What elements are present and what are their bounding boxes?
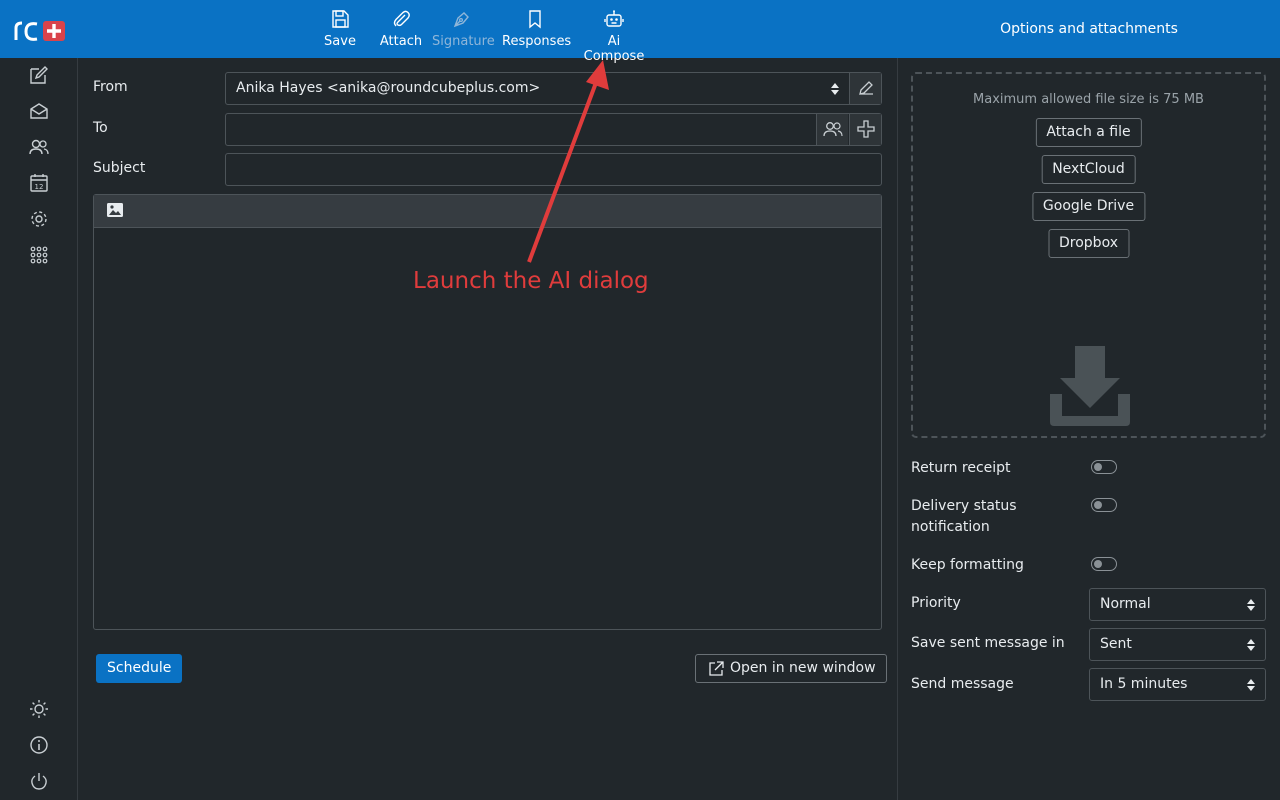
paperclip-icon bbox=[393, 10, 410, 27]
send-message-select[interactable]: In 5 minutes bbox=[1089, 668, 1266, 701]
priority-value: Normal bbox=[1100, 596, 1151, 612]
send-message-label: Send message bbox=[911, 676, 1014, 692]
svg-text:12: 12 bbox=[35, 183, 44, 191]
from-select[interactable]: Anika Hayes <anika@roundcubeplus.com> bbox=[225, 72, 882, 105]
apps-grid-icon[interactable] bbox=[28, 244, 50, 266]
ai-compose-label: Ai Compose bbox=[583, 34, 645, 64]
select-arrows-icon bbox=[1247, 639, 1255, 651]
nextcloud-button[interactable]: NextCloud bbox=[1041, 155, 1136, 184]
left-navigation: 12 bbox=[0, 58, 78, 800]
schedule-button[interactable]: Schedule bbox=[96, 654, 183, 683]
ai-compose-button[interactable]: Ai Compose bbox=[578, 6, 650, 64]
dropbox-button[interactable]: Dropbox bbox=[1048, 229, 1129, 258]
save-button[interactable]: Save bbox=[320, 6, 360, 54]
priority-select[interactable]: Normal bbox=[1089, 588, 1266, 621]
save-sent-label: Save sent message in bbox=[911, 635, 1065, 651]
select-arrows-icon bbox=[831, 83, 839, 95]
return-receipt-label: Return receipt bbox=[911, 460, 1011, 476]
google-drive-button[interactable]: Google Drive bbox=[1031, 192, 1146, 221]
to-input[interactable] bbox=[225, 113, 882, 146]
right-panel-title: Options and attachments bbox=[1000, 21, 1178, 37]
roundcube-plus-logo[interactable] bbox=[13, 14, 67, 44]
download-icon bbox=[1050, 346, 1130, 426]
dsn-label-line1: Delivery status bbox=[911, 498, 1017, 514]
to-label: To bbox=[93, 120, 108, 136]
robot-icon bbox=[604, 10, 624, 27]
compose-icon[interactable] bbox=[28, 64, 50, 86]
sun-icon[interactable] bbox=[28, 698, 50, 720]
bookmark-icon bbox=[529, 10, 541, 29]
select-arrows-icon bbox=[1247, 599, 1255, 611]
max-file-size-text: Maximum allowed file size is 75 MB bbox=[973, 92, 1204, 107]
dsn-label-line2: notification bbox=[911, 519, 990, 535]
from-label: From bbox=[93, 79, 128, 95]
attach-button[interactable]: Attach bbox=[378, 6, 424, 54]
pencil-icon bbox=[859, 81, 873, 95]
open-in-new-window-button[interactable]: Open in new window bbox=[695, 654, 887, 683]
subject-input[interactable] bbox=[225, 153, 882, 186]
pen-nib-icon bbox=[453, 12, 469, 28]
calendar-icon[interactable]: 12 bbox=[28, 172, 50, 194]
signature-label: Signature bbox=[432, 34, 495, 49]
select-arrows-icon bbox=[1247, 679, 1255, 691]
send-message-value: In 5 minutes bbox=[1100, 676, 1188, 692]
delivery-status-toggle[interactable] bbox=[1091, 498, 1117, 512]
from-value: Anika Hayes <anika@roundcubeplus.com> bbox=[236, 80, 541, 96]
address-book-button[interactable] bbox=[816, 114, 848, 145]
subject-label: Subject bbox=[93, 160, 146, 176]
return-receipt-toggle[interactable] bbox=[1091, 460, 1117, 474]
save-sent-value: Sent bbox=[1100, 636, 1132, 652]
attach-file-button[interactable]: Attach a file bbox=[1035, 118, 1142, 147]
responses-label: Responses bbox=[502, 34, 572, 49]
save-icon bbox=[332, 10, 349, 28]
image-icon[interactable] bbox=[106, 202, 124, 218]
priority-label: Priority bbox=[911, 595, 961, 611]
power-icon[interactable] bbox=[28, 770, 50, 792]
gear-icon[interactable] bbox=[28, 208, 50, 230]
contacts-icon[interactable] bbox=[28, 136, 50, 158]
attachment-dropzone[interactable]: Maximum allowed file size is 75 MB Attac… bbox=[911, 72, 1266, 438]
signature-button[interactable]: Signature bbox=[432, 6, 495, 54]
responses-button[interactable]: Responses bbox=[502, 6, 572, 54]
editor-toolbar bbox=[94, 195, 881, 228]
edit-identity-button[interactable] bbox=[849, 73, 881, 104]
top-toolbar: Save Attach Signature Responses Ai Compo… bbox=[0, 0, 1280, 64]
external-link-icon bbox=[709, 661, 724, 676]
add-header-button[interactable] bbox=[849, 114, 881, 145]
message-editor[interactable] bbox=[93, 194, 882, 630]
mail-icon[interactable] bbox=[28, 100, 50, 122]
contacts-icon bbox=[823, 122, 843, 137]
annotation-text: Launch the AI dialog bbox=[413, 268, 649, 294]
keep-formatting-label: Keep formatting bbox=[911, 557, 1024, 573]
save-sent-select[interactable]: Sent bbox=[1089, 628, 1266, 661]
plus-icon bbox=[857, 120, 875, 138]
keep-formatting-toggle[interactable] bbox=[1091, 557, 1117, 571]
open-in-new-window-label: Open in new window bbox=[730, 660, 876, 676]
save-label: Save bbox=[324, 34, 356, 49]
attach-label: Attach bbox=[379, 34, 423, 49]
info-icon[interactable] bbox=[28, 734, 50, 756]
